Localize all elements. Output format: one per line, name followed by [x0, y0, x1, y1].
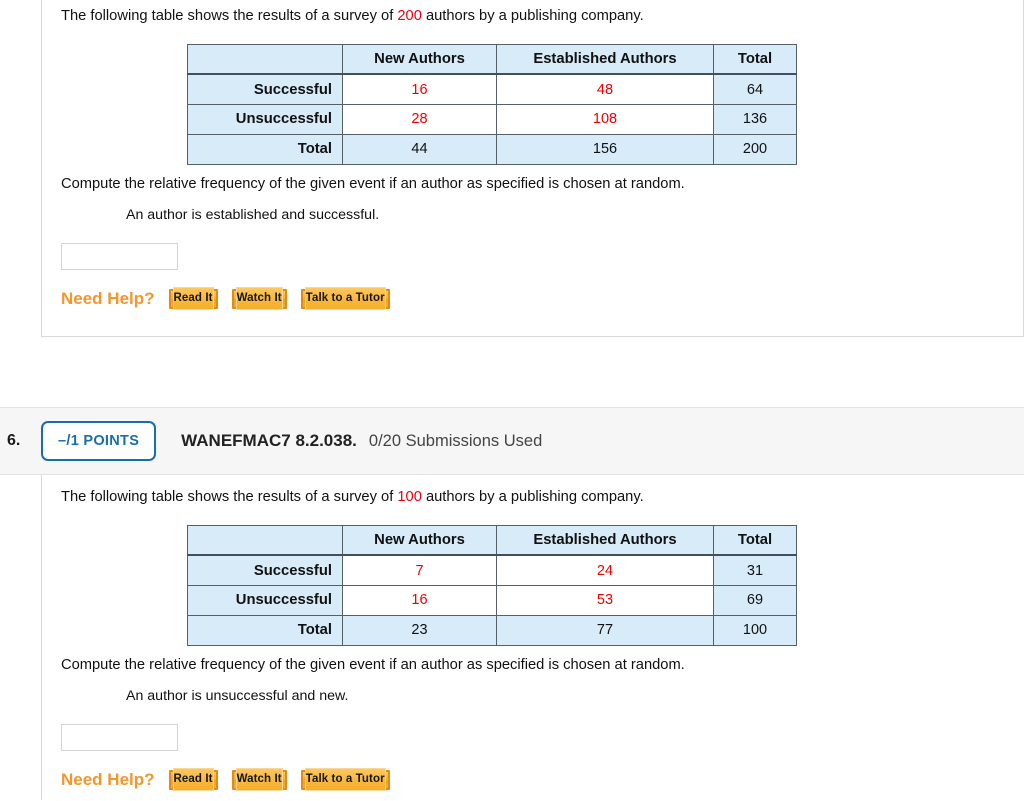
compute-instruction-5: Compute the relative frequency of the gi… — [61, 175, 685, 192]
talk-to-a-tutor-label: Talk to a Tutor — [304, 768, 386, 792]
table-corner-cell — [187, 524, 343, 557]
column-header-established-authors: Established Authors — [496, 524, 714, 557]
question-title-6: WANEFMAC7 8.2.038. — [181, 431, 357, 450]
survey-size-value: 200 — [397, 8, 422, 24]
survey-size-value: 100 — [397, 489, 422, 505]
statement-post-text: authors by a publishing company. — [421, 8, 644, 24]
row-header-unsuccessful: Unsuccessful — [187, 584, 343, 616]
survey-table-wrapper-5: New Authors Established Authors Total Su… — [61, 27, 1023, 165]
watch-it-button-5[interactable]: Watch It — [231, 287, 287, 311]
cell-unsuccessful-total: 69 — [713, 584, 797, 616]
watch-it-button-6[interactable]: Watch It — [231, 768, 287, 792]
column-header-new-authors: New Authors — [342, 43, 497, 76]
statement-pre-text: The following table shows the results of… — [61, 489, 398, 505]
cell-unsuccessful-total: 136 — [713, 103, 797, 135]
cell-successful-total: 31 — [713, 554, 797, 586]
cell-unsuccessful-established: 108 — [496, 103, 714, 135]
read-it-button-5[interactable]: Read It — [168, 287, 218, 311]
points-badge-6: –/1 POINTS — [41, 420, 157, 462]
statement-post-text: authors by a publishing company. — [421, 489, 644, 505]
homework-page: The following table shows the results of… — [0, 0, 1024, 801]
answer-input-wrapper-5 — [61, 223, 1023, 270]
question-panel-5: The following table shows the results of… — [0, 0, 1024, 337]
survey-statement-5: The following table shows the results of… — [61, 0, 1023, 27]
cell-unsuccessful-established: 53 — [496, 584, 714, 616]
question-body-6: The following table shows the results of… — [41, 475, 1024, 800]
cell-total-established: 77 — [496, 614, 714, 646]
read-it-label: Read It — [172, 287, 214, 311]
row-header-unsuccessful: Unsuccessful — [187, 103, 343, 135]
need-help-label-6: Need Help? — [61, 769, 155, 789]
table-header-row: New Authors Established Authors Total — [187, 43, 797, 76]
question-panel-6: 6. –/1 POINTS WANEFMAC7 8.2.038. 0/20 Su… — [0, 407, 1024, 800]
question-body-5: The following table shows the results of… — [41, 0, 1024, 337]
need-help-label-5: Need Help? — [61, 288, 155, 308]
column-header-established-authors: Established Authors — [496, 43, 714, 76]
event-description-6: An author is unsuccessful and new. — [126, 687, 349, 704]
cell-successful-total: 64 — [713, 73, 797, 105]
table-corner-cell — [187, 43, 343, 76]
answer-input-wrapper-6 — [61, 704, 1024, 751]
cell-total-new: 44 — [342, 133, 497, 165]
survey-table-5: New Authors Established Authors Total Su… — [187, 43, 797, 165]
survey-table-wrapper-6: New Authors Established Authors Total Su… — [61, 508, 1024, 646]
question-number-6: 6. — [7, 432, 21, 449]
survey-statement-6: The following table shows the results of… — [61, 475, 1024, 508]
question-header-6: 6. –/1 POINTS WANEFMAC7 8.2.038. 0/20 Su… — [0, 407, 1024, 475]
answer-input-5[interactable] — [61, 242, 178, 270]
table-header-row: New Authors Established Authors Total — [187, 524, 797, 557]
cell-total-total: 200 — [713, 133, 797, 165]
event-description-5: An author is established and successful. — [126, 206, 380, 223]
column-header-total: Total — [713, 524, 797, 557]
answer-input-6[interactable] — [61, 723, 178, 751]
table-total-row: Total 23 77 100 — [187, 614, 797, 646]
compute-instruction-6: Compute the relative frequency of the gi… — [61, 656, 685, 673]
table-row: Unsuccessful 28 108 136 — [187, 103, 797, 135]
cell-successful-new: 16 — [342, 73, 497, 105]
cell-total-total: 100 — [713, 614, 797, 646]
statement-pre-text: The following table shows the results of… — [61, 8, 398, 24]
submissions-used-6: 0/20 Submissions Used — [368, 431, 543, 450]
need-help-row-5: Need Help? Read It Watch It Talk to a Tu… — [61, 270, 1023, 311]
cell-total-established: 156 — [496, 133, 714, 165]
talk-to-a-tutor-button-6[interactable]: Talk to a Tutor — [300, 768, 390, 792]
talk-to-a-tutor-label: Talk to a Tutor — [304, 287, 386, 311]
table-row: Unsuccessful 16 53 69 — [187, 584, 797, 616]
table-row: Successful 7 24 31 — [187, 554, 797, 586]
cell-successful-established: 24 — [496, 554, 714, 586]
row-header-total: Total — [187, 133, 343, 165]
row-header-total: Total — [187, 614, 343, 646]
need-help-row-6: Need Help? Read It Watch It Talk to a Tu… — [61, 751, 1024, 792]
column-header-total: Total — [713, 43, 797, 76]
row-header-successful: Successful — [187, 554, 343, 586]
cell-unsuccessful-new: 28 — [342, 103, 497, 135]
panel-gap — [0, 337, 1024, 407]
cell-total-new: 23 — [342, 614, 497, 646]
row-header-successful: Successful — [187, 73, 343, 105]
survey-table-6: New Authors Established Authors Total Su… — [187, 524, 797, 646]
watch-it-label: Watch It — [235, 768, 283, 792]
read-it-button-6[interactable]: Read It — [168, 768, 218, 792]
cell-successful-established: 48 — [496, 73, 714, 105]
table-total-row: Total 44 156 200 — [187, 133, 797, 165]
talk-to-a-tutor-button-5[interactable]: Talk to a Tutor — [300, 287, 390, 311]
read-it-label: Read It — [172, 768, 214, 792]
watch-it-label: Watch It — [235, 287, 283, 311]
table-row: Successful 16 48 64 — [187, 73, 797, 105]
cell-successful-new: 7 — [342, 554, 497, 586]
column-header-new-authors: New Authors — [342, 524, 497, 557]
cell-unsuccessful-new: 16 — [342, 584, 497, 616]
